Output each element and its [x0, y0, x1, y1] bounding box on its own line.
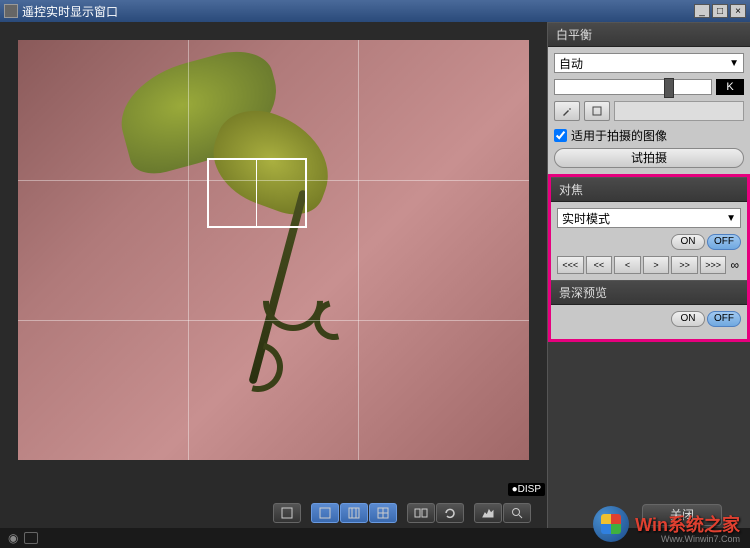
close-window-button[interactable]: × [730, 4, 746, 18]
wb-mode-select[interactable]: 自动 ▼ [554, 53, 744, 73]
wb-apply-label: 适用于拍摄的图像 [571, 127, 667, 144]
chevron-down-icon: ▼ [726, 213, 736, 224]
af-on-button[interactable]: ON [671, 234, 705, 250]
histogram-button[interactable] [474, 503, 502, 523]
grid-line [358, 40, 359, 460]
viewport-toolbar [0, 498, 547, 528]
minimize-button[interactable]: _ [694, 4, 710, 18]
wb-apply-input[interactable] [554, 129, 567, 142]
window-title: 遥控实时显示窗口 [22, 3, 692, 20]
watermark-url: Www.Winwin7.Com [661, 534, 740, 544]
live-viewport[interactable]: ●DISP [0, 22, 547, 498]
focus-far-1[interactable]: > [643, 256, 670, 274]
test-shoot-button[interactable]: 试拍摄 [554, 148, 744, 168]
grid-line [18, 320, 529, 321]
wb-eyedropper-button[interactable] [554, 101, 580, 121]
live-image [18, 40, 529, 460]
left-pane: ●DISP [0, 22, 547, 528]
dof-header: 景深预览 [551, 280, 747, 305]
wb-panel: 自动 ▼ K 适用于拍摄的图像 试拍摄 [548, 47, 750, 174]
chevron-down-icon: ▼ [729, 58, 739, 69]
fit-window-button[interactable] [273, 503, 301, 523]
focus-near-1[interactable]: < [614, 256, 641, 274]
focus-far-3[interactable]: >>> [700, 256, 727, 274]
af-mode-value: 实时模式 [562, 210, 610, 227]
focus-header: 对焦 [551, 177, 747, 202]
main-area: ●DISP 白平衡 自动 ▼ [0, 22, 750, 528]
subject-tendril [223, 333, 291, 401]
focus-far-2[interactable]: >> [671, 256, 698, 274]
af-off-button[interactable]: OFF [707, 234, 741, 250]
watermark: Win系统之家 Www.Winwin7.Com [593, 506, 740, 542]
focus-near-3[interactable]: <<< [557, 256, 584, 274]
kelvin-badge: K [716, 79, 744, 95]
af-mode-select[interactable]: 实时模式 ▼ [557, 208, 741, 228]
grid-none-button[interactable] [311, 503, 339, 523]
infinity-icon: ∞ [728, 258, 741, 272]
dof-panel: ON OFF [551, 305, 747, 339]
right-panel: 白平衡 自动 ▼ K 适用于拍摄的图像 试拍摄 [547, 22, 750, 528]
record-icon: ◉ [8, 531, 18, 545]
wb-value-field[interactable] [614, 101, 744, 121]
dof-off-button[interactable]: OFF [707, 311, 741, 327]
wb-temp-slider[interactable] [554, 79, 712, 95]
wb-mode-value: 自动 [559, 55, 583, 72]
focus-near-2[interactable]: << [586, 256, 613, 274]
titlebar: 遥控实时显示窗口 _ □ × [0, 0, 750, 22]
dof-on-button[interactable]: ON [671, 311, 705, 327]
status-camera-icon [24, 532, 38, 544]
wb-adjust-button[interactable] [584, 101, 610, 121]
zoom-button[interactable] [503, 503, 531, 523]
app-icon [4, 4, 18, 18]
highlighted-section: 对焦 实时模式 ▼ ON OFF <<< << < > >> >>> ∞ [548, 174, 750, 342]
wb-header: 白平衡 [548, 22, 750, 47]
maximize-button[interactable]: □ [712, 4, 728, 18]
grid-thirds-button[interactable] [340, 503, 368, 523]
focus-frame-inner [207, 158, 257, 228]
dof-onoff-group: ON OFF [557, 311, 741, 327]
af-onoff-group: ON OFF [557, 234, 741, 250]
wb-apply-checkbox[interactable]: 适用于拍摄的图像 [554, 127, 744, 144]
focus-step-group: <<< << < > >> >>> ∞ [557, 256, 741, 274]
focus-panel: 实时模式 ▼ ON OFF <<< << < > >> >>> ∞ [551, 202, 747, 280]
windows-logo-icon [593, 506, 629, 542]
slider-thumb[interactable] [664, 78, 674, 98]
grid-line [188, 40, 189, 460]
disp-badge[interactable]: ●DISP [508, 483, 545, 496]
grid-fine-button[interactable] [369, 503, 397, 523]
aspect-button[interactable] [407, 503, 435, 523]
rotate-button[interactable] [436, 503, 464, 523]
